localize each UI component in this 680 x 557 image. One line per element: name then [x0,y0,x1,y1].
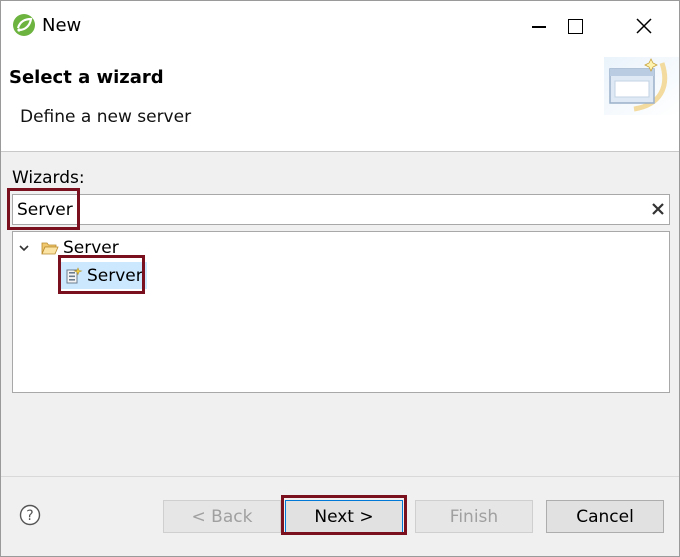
help-icon[interactable]: ? [19,504,41,526]
minimize-icon [532,26,546,28]
svg-text:?: ? [26,508,33,524]
window-title: New [42,15,82,36]
wizards-label: Wizards: [12,168,85,188]
wizard-header: Select a wizard Define a new server [1,51,679,151]
header-divider [1,151,679,152]
chevron-down-icon[interactable] [17,241,31,255]
wizard-filter-field[interactable] [12,194,670,225]
finish-button[interactable]: Finish [415,500,533,533]
new-wizard-dialog: New Select a wizard Define a new server [0,0,680,557]
spring-app-icon [13,14,35,36]
cancel-button[interactable]: Cancel [546,500,664,533]
maximize-icon [567,18,583,34]
title-bar: New [1,1,679,51]
page-title: Select a wizard [9,67,164,88]
folder-open-icon [41,242,59,255]
close-button[interactable] [621,1,667,51]
close-icon [636,18,652,34]
wizard-filter-input[interactable] [17,198,617,222]
wizard-banner-icon [604,57,679,115]
back-button[interactable]: < Back [163,500,281,533]
footer-divider [1,476,679,477]
filter-highlight-box [7,188,80,230]
clear-filter-icon[interactable] [649,200,667,218]
maximize-button[interactable] [552,1,598,51]
page-description: Define a new server [20,107,192,127]
next-button-highlight-box [281,495,407,535]
server-item-highlight-box [58,255,145,294]
